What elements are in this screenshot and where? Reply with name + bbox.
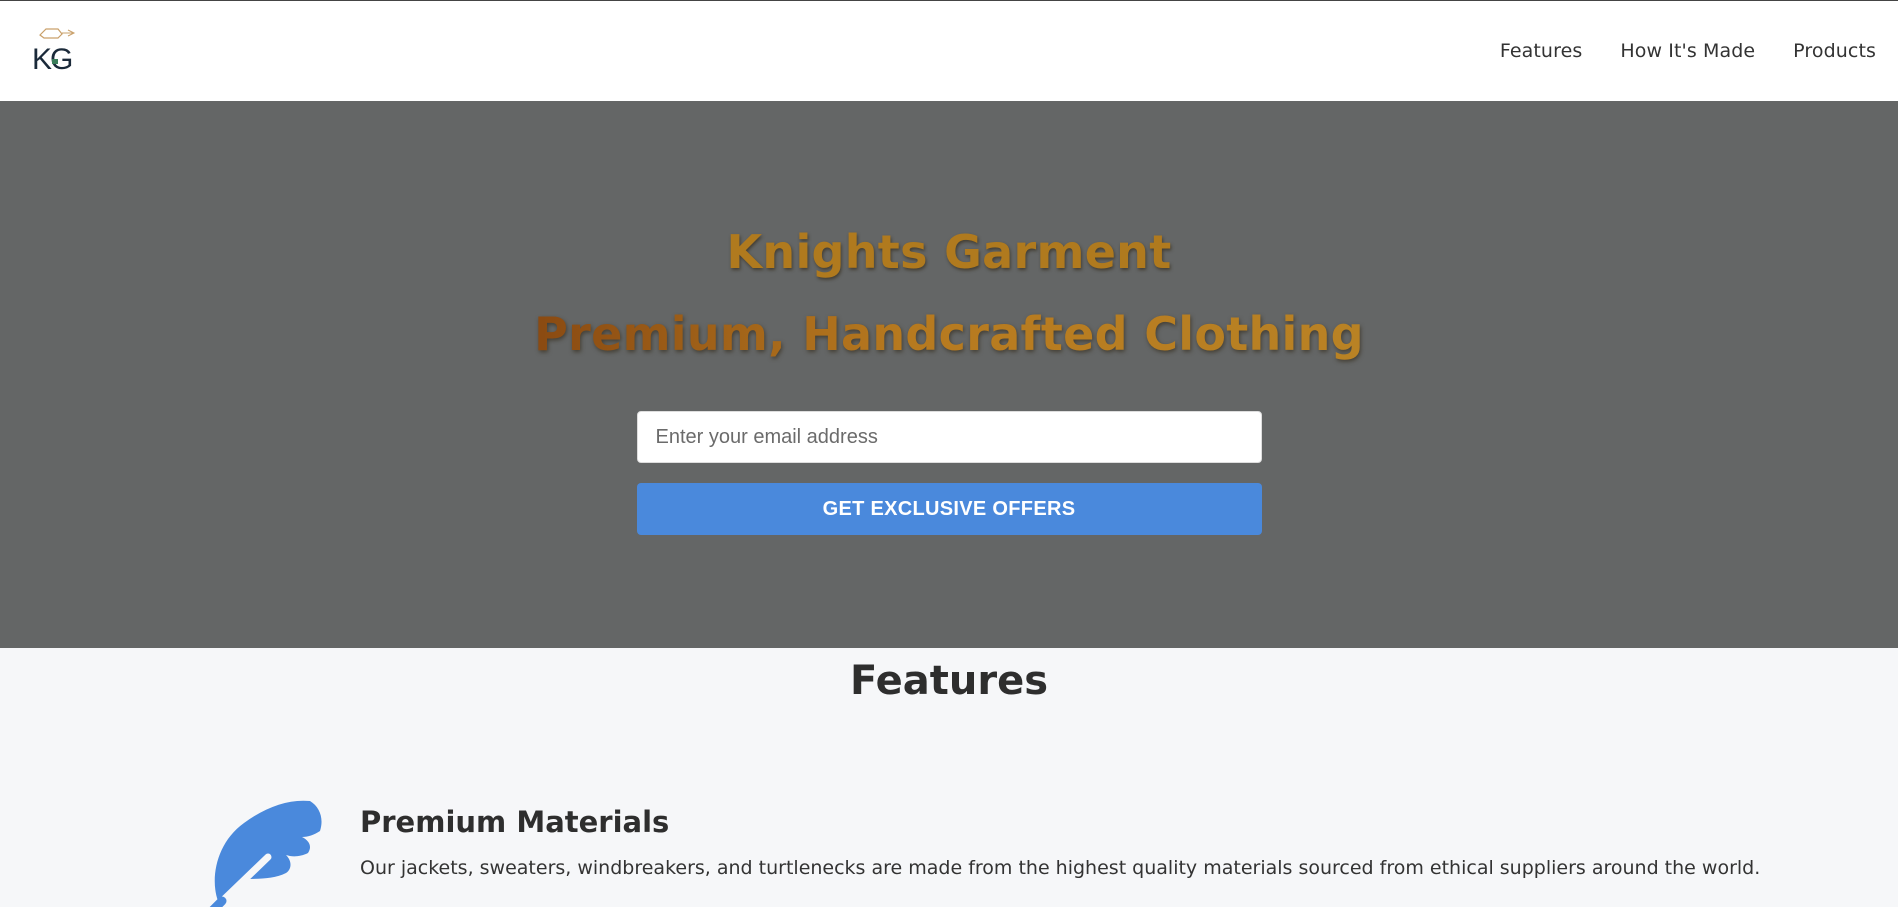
brand-logo[interactable]: KG bbox=[28, 21, 88, 81]
feature-item: Premium Materials Our jackets, sweaters,… bbox=[204, 783, 1760, 907]
main-nav: Features How It's Made Products bbox=[1500, 40, 1876, 62]
email-input[interactable] bbox=[636, 411, 1262, 463]
nav-link-features[interactable]: Features bbox=[1500, 40, 1583, 62]
feature-heading: Premium Materials bbox=[360, 805, 670, 839]
hero-subtitle: Premium, Handcrafted Clothing bbox=[534, 307, 1364, 361]
site-header: KG Features How It's Made Products bbox=[0, 1, 1898, 101]
feather-icon bbox=[204, 783, 330, 907]
features-section: Features Premium Materials Our jackets, … bbox=[0, 648, 1898, 907]
nav-link-products[interactable]: Products bbox=[1793, 40, 1876, 62]
kg-logo-icon: KG bbox=[32, 28, 76, 76]
nav-link-how-its-made[interactable]: How It's Made bbox=[1620, 40, 1755, 62]
feature-text: Premium Materials Our jackets, sweaters,… bbox=[360, 805, 1760, 907]
hero-section: Knights Garment Premium, Handcrafted Clo… bbox=[0, 101, 1898, 648]
features-title: Features bbox=[849, 658, 1049, 704]
feature-description: Our jackets, sweaters, windbreakers, and… bbox=[360, 857, 1761, 879]
get-exclusive-offers-button[interactable]: GET EXCLUSIVE OFFERS bbox=[636, 483, 1262, 535]
hero-title: Knights Garment bbox=[726, 225, 1172, 279]
